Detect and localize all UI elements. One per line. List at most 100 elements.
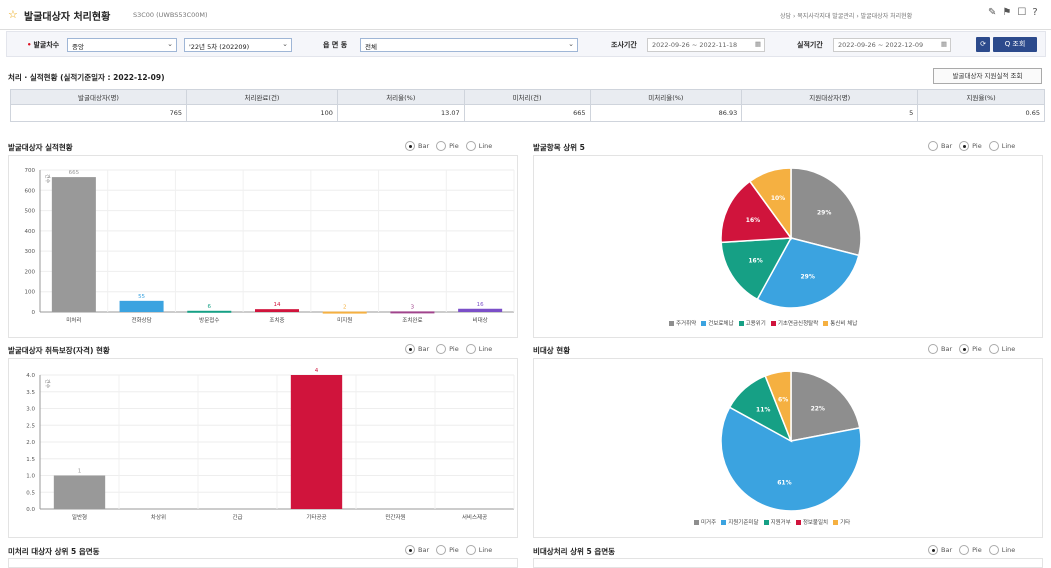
pie-slice-label: 29%: [817, 209, 831, 216]
legend-label: 주거취약: [676, 321, 697, 327]
y-tick-label: 600: [25, 188, 36, 194]
legend-label: 기타: [840, 520, 851, 526]
radio-circle[interactable]: [928, 344, 938, 354]
bar: [290, 375, 343, 509]
radio-circle[interactable]: [465, 141, 476, 151]
radio-circle[interactable]: [928, 545, 938, 555]
radio-circle[interactable]: [465, 344, 476, 354]
perf-period-field[interactable]: 2022-09-26 ~ 2022-12-09 ▦: [833, 38, 951, 52]
table-cell: 100: [186, 104, 338, 122]
radio-circle[interactable]: [436, 141, 447, 151]
radio-pie[interactable]: Pie: [436, 545, 459, 555]
bar-value-label: 3: [411, 304, 415, 310]
radio-circle[interactable]: [405, 545, 415, 555]
radio-line[interactable]: Line: [988, 141, 1015, 151]
bar-value-label: 665: [69, 170, 80, 176]
radio-circle[interactable]: [988, 545, 999, 555]
chart-type-radios: Bar Pie Line: [405, 141, 499, 151]
pin-icon[interactable]: ✎: [988, 7, 996, 18]
y-tick-label: 400: [25, 229, 36, 235]
x-tick-label: 민간자원: [385, 513, 405, 521]
radio-line[interactable]: Line: [988, 545, 1016, 555]
legend-item[interactable]: 기타: [833, 520, 850, 526]
dong-select[interactable]: 전체 ⌄: [360, 38, 578, 52]
legend-item[interactable]: 통신비 체납: [823, 321, 857, 327]
legend-item[interactable]: 지원기준미달: [721, 520, 759, 526]
bar-value-label: 4: [315, 368, 319, 374]
calendar-icon[interactable]: ▦: [755, 40, 761, 48]
breadcrumb-item[interactable]: 복지사각지대 발굴관리: [797, 13, 854, 20]
batch-select[interactable]: 중앙 ⌄: [67, 38, 177, 52]
radio-circle[interactable]: [465, 545, 476, 555]
page-header: ☆ 발굴대상자 처리현황 S3C00 (UWBS53C00M) 상담 › 복지사…: [0, 0, 1051, 30]
bookmark-icon[interactable]: ⚑: [1002, 7, 1011, 18]
round-select[interactable]: '22년 5차 (202209) ⌄: [184, 38, 292, 52]
legend-label: 미거주: [701, 520, 717, 526]
legend-swatch: [721, 520, 727, 525]
radio-pie[interactable]: Pie: [436, 344, 459, 354]
pie-slice-label: 11%: [756, 406, 770, 413]
legend-item[interactable]: 건보료체납: [701, 321, 734, 327]
radio-label: Line: [1001, 546, 1016, 554]
y-tick-label: 1.0: [26, 474, 35, 480]
radio-circle[interactable]: [988, 141, 999, 151]
survey-period-field[interactable]: 2022-09-26 ~ 2022-11-18 ▦: [647, 38, 765, 52]
radio-pie[interactable]: Pie: [436, 141, 459, 151]
window-icon[interactable]: ☐: [1017, 7, 1026, 18]
radio-bar[interactable]: Bar: [405, 545, 429, 555]
radio-bar[interactable]: Bar: [405, 344, 429, 354]
radio-line[interactable]: Line: [465, 141, 492, 151]
support-result-button[interactable]: 발굴대상자 지원실적 조회: [933, 68, 1042, 84]
radio-circle[interactable]: [436, 545, 447, 555]
radio-line[interactable]: Line: [465, 344, 492, 354]
radio-circle[interactable]: [959, 344, 970, 354]
column-header: 미처리(건): [463, 89, 591, 105]
bar-value-label: 55: [138, 294, 145, 300]
y-tick-label: 500: [25, 209, 36, 215]
calendar-icon[interactable]: ▦: [941, 40, 947, 48]
legend-item[interactable]: 고용위기: [738, 321, 766, 327]
search-button[interactable]: Q 조회: [993, 37, 1037, 52]
radio-pie[interactable]: Pie: [959, 545, 982, 555]
legend-item[interactable]: 지원거부: [763, 520, 791, 526]
y-tick-label: 700: [25, 168, 36, 174]
pie-slice-label: 16%: [746, 217, 760, 224]
favorite-star-icon[interactable]: ☆: [8, 8, 18, 21]
breadcrumb-item[interactable]: 상담: [780, 13, 791, 20]
radio-bar[interactable]: Bar: [928, 344, 952, 354]
search-panel: • 발굴차수 중앙 ⌄ '22년 5차 (202209) ⌄ 읍 면 동 전체 ⌄ 조사…: [6, 31, 1046, 57]
radio-circle[interactable]: [959, 141, 970, 151]
page-code: S3C00 (UWBS53C00M): [133, 11, 208, 19]
x-tick-label: 미지원: [337, 316, 352, 324]
y-tick-label: 0.0: [26, 507, 35, 513]
pie-slice-label: 22%: [811, 406, 825, 413]
chart-type-radios: Bar Pie Line: [928, 344, 1022, 354]
legend-swatch: [770, 321, 776, 326]
help-icon[interactable]: ?: [1032, 7, 1037, 18]
bar: [53, 475, 106, 509]
reset-button[interactable]: ⟳: [976, 37, 990, 52]
radio-line[interactable]: Line: [465, 545, 492, 555]
radio-pie[interactable]: Pie: [959, 141, 982, 151]
radio-circle[interactable]: [988, 344, 999, 354]
legend-item[interactable]: 주거취약: [669, 321, 696, 327]
legend-item[interactable]: 기초연금신청탈락: [770, 321, 818, 327]
radio-circle[interactable]: [436, 344, 447, 354]
radio-label: Pie: [449, 546, 459, 554]
radio-pie[interactable]: Pie: [959, 344, 982, 354]
radio-bar[interactable]: Bar: [928, 141, 952, 151]
radio-circle[interactable]: [928, 141, 938, 151]
bar: [390, 311, 435, 314]
radio-bar[interactable]: Bar: [928, 545, 952, 555]
chevron-down-icon: ⌄: [282, 40, 288, 48]
bar-value-label: 16: [477, 302, 484, 308]
chart-panel: 0.0 0.5 1.0 1.5 2.0 2.5 3.0 3.5 4.0 건수 1 일반형 차상위 긴급 4 기…: [8, 358, 518, 538]
legend-item[interactable]: 미거주: [694, 520, 716, 526]
radio-bar[interactable]: Bar: [405, 141, 429, 151]
radio-circle[interactable]: [405, 344, 415, 354]
radio-circle[interactable]: [959, 545, 970, 555]
legend-item[interactable]: 정보불일치: [795, 520, 828, 526]
radio-line[interactable]: Line: [988, 344, 1015, 354]
radio-circle[interactable]: [405, 141, 415, 151]
dong-label: 읍 면 동: [323, 41, 348, 49]
